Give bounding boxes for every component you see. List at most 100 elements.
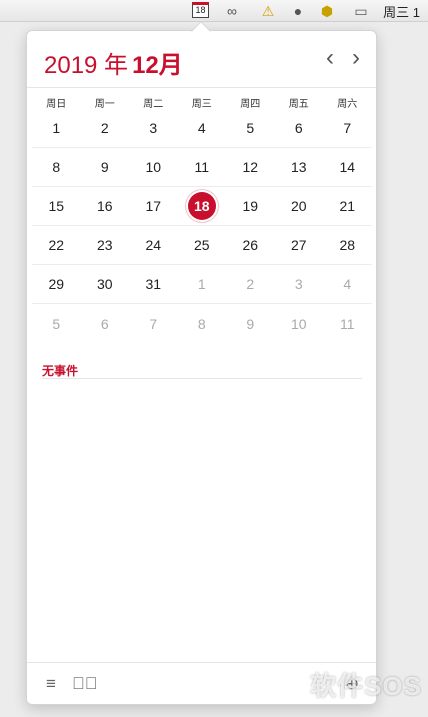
day-number: 18: [187, 192, 216, 220]
day-cell[interactable]: 5: [226, 109, 275, 147]
day-number: 10: [145, 159, 162, 175]
day-cell[interactable]: 25: [178, 226, 227, 264]
day-cell[interactable]: 4: [323, 265, 372, 303]
menu-icon[interactable]: ≡: [41, 674, 61, 694]
day-number: 23: [96, 237, 113, 253]
year-label: 2019 年: [44, 52, 129, 79]
week-row: 15 16 17 18 19 20 21: [32, 187, 372, 226]
day-cell[interactable]: 28: [323, 226, 372, 264]
day-number: 16: [96, 198, 113, 214]
day-cell[interactable]: 7: [323, 109, 372, 147]
day-cell[interactable]: 17: [129, 187, 178, 225]
day-cell[interactable]: 3: [275, 265, 324, 303]
day-number: 3: [294, 276, 303, 292]
day-cell[interactable]: 9: [226, 304, 275, 343]
day-cell[interactable]: 8: [178, 304, 227, 343]
week-row: 8 9 10 11 12 13 14: [32, 148, 372, 187]
day-cell[interactable]: 26: [226, 226, 275, 264]
day-cell[interactable]: 11: [323, 304, 372, 343]
day-number: 6: [100, 315, 109, 332]
day-cell[interactable]: 19: [226, 187, 275, 225]
day-cell[interactable]: 16: [81, 187, 130, 225]
calendar-grid: 1 2 3 4 5 6 7 8 9 10 11 12 13 14 15 16 17 18 19 20 21 22 23 24 2…: [32, 109, 372, 343]
day-cell[interactable]: 1: [32, 109, 81, 147]
shield-icon[interactable]: ⬢: [318, 0, 336, 22]
day-number: 11: [194, 159, 210, 175]
day-number: 20: [290, 198, 307, 214]
day-cell[interactable]: 1: [178, 265, 227, 303]
day-number: 8: [52, 159, 61, 175]
weekday-label: 周五: [288, 99, 309, 110]
day-number: 8: [197, 315, 206, 332]
week-row: 22 23 24 25 26 27 28: [32, 226, 372, 265]
day-number: 1: [52, 120, 61, 136]
disconnected-icon[interactable]: ●: [288, 0, 308, 22]
weekday-label: 周二: [143, 99, 164, 110]
day-number: 24: [145, 237, 162, 253]
day-cell[interactable]: 5: [32, 304, 81, 343]
day-number: 29: [48, 276, 65, 292]
day-cell[interactable]: 20: [275, 187, 324, 225]
day-cell[interactable]: 15: [32, 187, 81, 225]
day-number: 5: [246, 120, 255, 136]
day-cell[interactable]: 24: [129, 226, 178, 264]
weekday-label: 周日: [46, 99, 67, 110]
day-cell[interactable]: 21: [323, 187, 372, 225]
day-cell[interactable]: 13: [275, 148, 324, 186]
day-cell[interactable]: 2: [81, 109, 130, 147]
weekday-header: 周日 周一 周二 周三 周四 周五 周六: [32, 95, 372, 110]
day-cell[interactable]: 14: [323, 148, 372, 186]
day-cell[interactable]: 27: [275, 226, 324, 264]
day-cell[interactable]: 31: [129, 265, 178, 303]
day-cell[interactable]: 29: [32, 265, 81, 303]
day-cell[interactable]: 2: [226, 265, 275, 303]
day-cell[interactable]: 7: [129, 304, 178, 343]
day-number: 2: [100, 120, 109, 136]
day-cell[interactable]: 6: [81, 304, 130, 343]
week-row: 5 6 7 8 9 10 11: [32, 304, 372, 343]
day-number: 13: [290, 159, 307, 175]
day-number: 21: [339, 198, 356, 214]
watermark-text: 软件SOS: [310, 671, 422, 701]
day-number: 25: [193, 237, 210, 253]
day-cell[interactable]: 22: [32, 226, 81, 264]
day-cell[interactable]: 10: [129, 148, 178, 186]
chevron-right-icon[interactable]: ›: [345, 45, 367, 71]
day-cell[interactable]: 10: [275, 304, 324, 343]
weekday-label: 周四: [240, 99, 261, 110]
warning-icon[interactable]: ⚠: [255, 0, 281, 22]
no-events-label: 无事件: [42, 364, 79, 378]
day-cell[interactable]: 23: [81, 226, 130, 264]
creative-cloud-icon[interactable]: ∞: [222, 0, 242, 22]
week-row: 29 30 31 1 2 3 4: [32, 265, 372, 304]
day-cell-today[interactable]: 18: [178, 187, 227, 225]
day-number: 11: [339, 315, 355, 332]
day-number: 2: [246, 276, 255, 292]
events-divider: [42, 378, 362, 379]
chevron-left-icon[interactable]: ‹: [319, 45, 341, 71]
day-number: 7: [343, 120, 352, 136]
day-cell[interactable]: 4: [178, 109, 227, 147]
day-number: 9: [246, 315, 255, 332]
day-cell[interactable]: 8: [32, 148, 81, 186]
day-number: 30: [96, 276, 113, 292]
month-label: 12月: [132, 52, 183, 79]
day-number: 9: [100, 159, 109, 175]
day-cell[interactable]: 9: [81, 148, 130, 186]
day-number: 4: [343, 276, 352, 292]
menubar-calendar-icon[interactable]: 18: [192, 2, 209, 18]
day-cell[interactable]: 3: [129, 109, 178, 147]
check-circle-icon[interactable]: ✓⃝: [72, 674, 98, 694]
menubar-clock[interactable]: 周三 1: [383, 0, 420, 22]
day-number: 7: [149, 315, 158, 332]
day-cell[interactable]: 12: [226, 148, 275, 186]
day-cell[interactable]: 6: [275, 109, 324, 147]
day-cell[interactable]: 11: [178, 148, 227, 186]
week-row: 1 2 3 4 5 6 7: [32, 109, 372, 148]
day-number: 26: [242, 237, 259, 253]
display-icon[interactable]: ▭: [348, 0, 374, 22]
day-cell[interactable]: 30: [81, 265, 130, 303]
month-title: 2019 年 12月: [44, 45, 183, 80]
menu-bar: 18 ∞ ⚠ ● ⬢ ▭ 周三 1: [0, 0, 428, 22]
calendar-popover: 2019 年 12月 ‹ › 周日 周一 周二 周三 周四 周五 周六 1 2 3 4 5 6 7 8 9 10…: [26, 30, 377, 705]
